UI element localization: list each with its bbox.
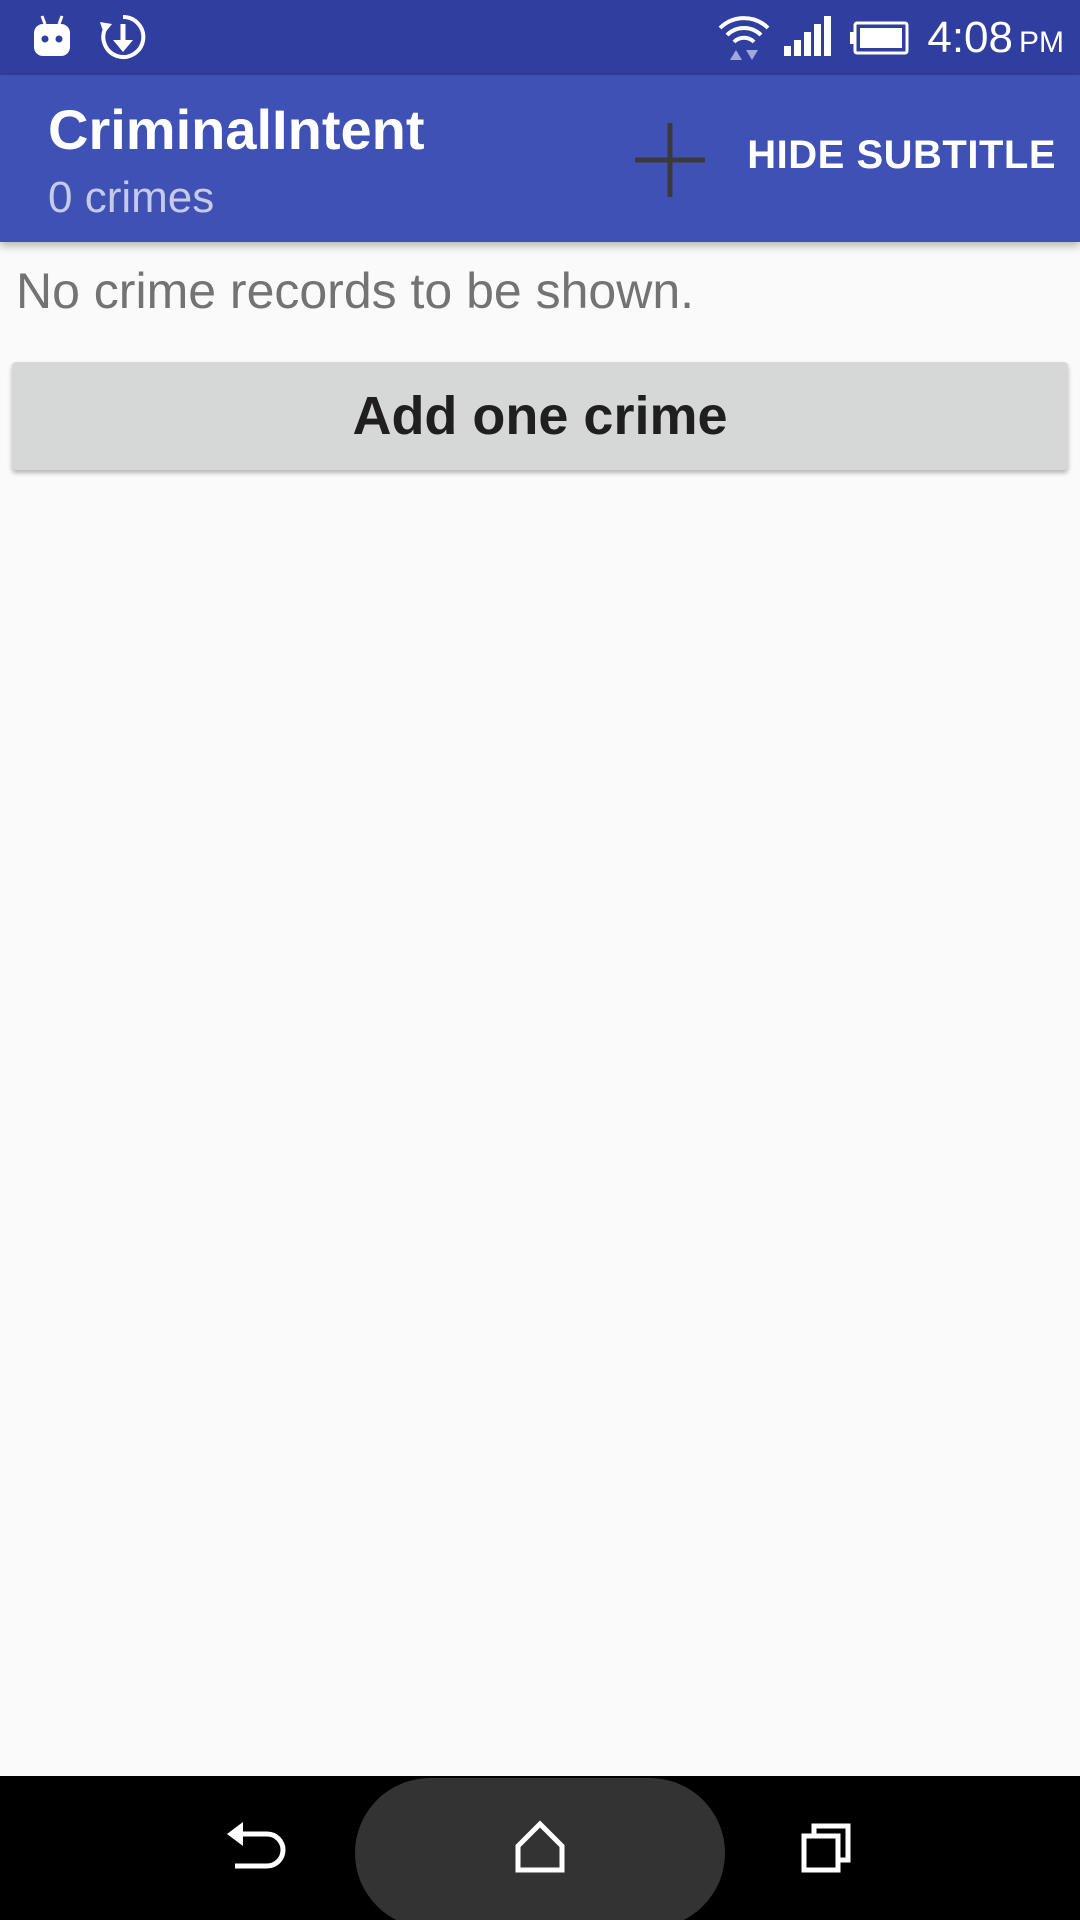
navigation-bar (0, 1776, 1080, 1920)
wifi-icon (718, 16, 770, 60)
add-crime-button[interactable]: Add one crime (12, 362, 1068, 470)
hide-subtitle-button[interactable]: HIDE SUBTITLE (747, 123, 1056, 187)
app-title: CriminalIntent (48, 98, 425, 161)
battery-icon (850, 21, 909, 55)
android-notification-icon (34, 15, 70, 56)
recents-icon[interactable] (782, 1804, 872, 1894)
sync-download-icon (100, 14, 146, 59)
clock: 4:08 PM (927, 8, 1064, 68)
cell-signal-icon (784, 16, 831, 56)
home-icon[interactable] (495, 1804, 585, 1894)
app-subtitle: 0 crimes (48, 173, 215, 222)
status-bar: 4:08 PM (0, 0, 1080, 75)
clock-time: 4:08 (927, 13, 1013, 62)
plus-icon[interactable] (620, 115, 720, 205)
app-bar: CriminalIntent 0 crimes HIDE SUBTITLE (0, 75, 1080, 242)
empty-message: No crime records to be shown. (16, 263, 695, 319)
screen: 4:08 PM CriminalIntent 0 crimes HIDE SUBT… (0, 0, 1080, 1920)
clock-ampm: PM (1019, 26, 1064, 59)
back-icon[interactable] (207, 1804, 297, 1894)
